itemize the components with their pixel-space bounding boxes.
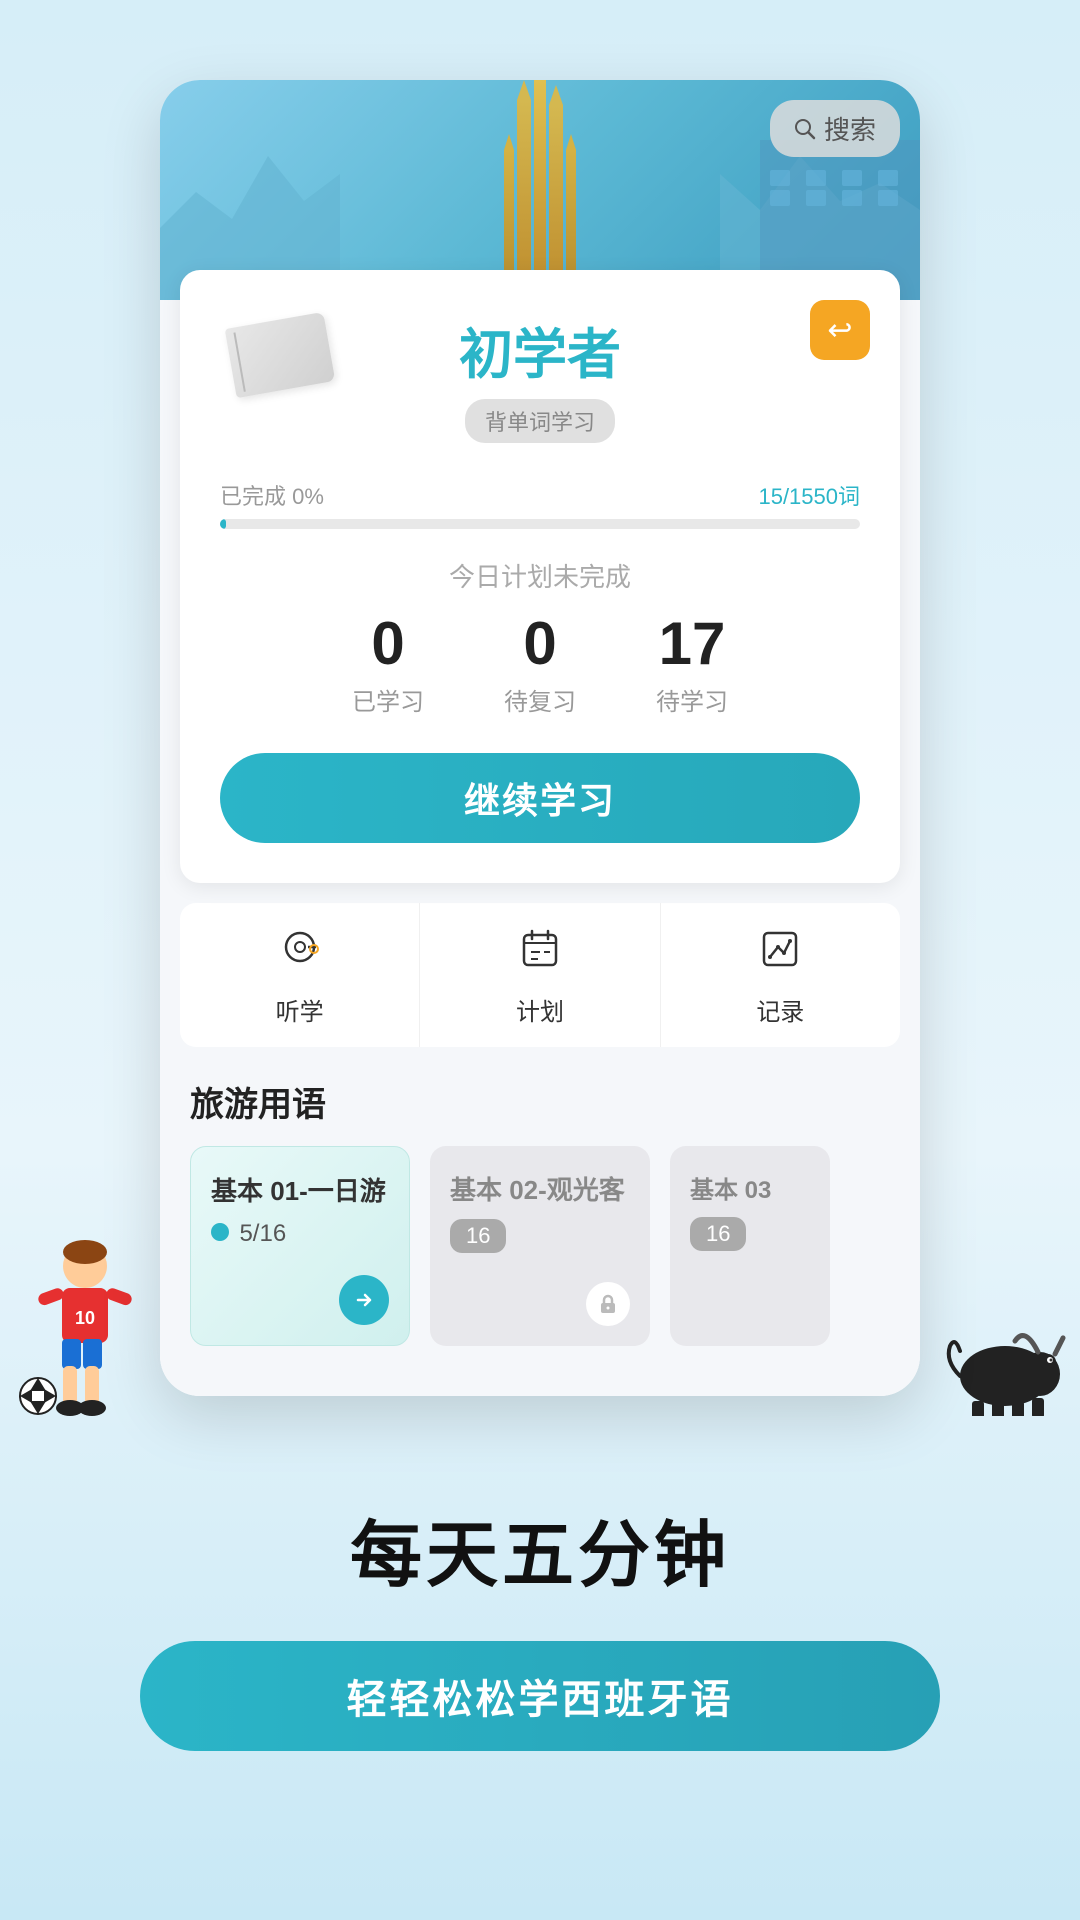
menu-plan-label: 计划: [516, 992, 564, 1027]
progress-total: 15/1550词: [758, 479, 860, 511]
badge-row: 背单词学习: [220, 399, 860, 459]
progress-labels: 已完成 0% 15/1550词: [220, 479, 860, 511]
vocab-badge: 背单词学习: [465, 399, 615, 443]
menu-bar: 听学 计划: [180, 903, 900, 1047]
lesson-2-count: 16: [450, 1219, 506, 1253]
progress-section: 已完成 0% 15/1550词: [220, 479, 860, 529]
lesson-3-title: 基本 03: [690, 1170, 810, 1205]
return-icon: ↩: [827, 313, 852, 348]
lessons-scroll: 基本 01-一日游 5/16 基本 02-观光客 16: [160, 1146, 920, 1366]
menu-item-record[interactable]: 记录: [661, 903, 900, 1047]
plan-icon: [518, 927, 562, 982]
continue-button[interactable]: 继续学习: [220, 753, 860, 843]
progress-bar-background: [220, 519, 860, 529]
soccer-player-decoration: 10: [10, 1236, 160, 1436]
menu-record-label: 记录: [756, 992, 804, 1027]
lesson-card-3[interactable]: 基本 03 16: [670, 1146, 830, 1346]
lesson-card-2[interactable]: 基本 02-观光客 16: [430, 1146, 650, 1346]
progress-bar-fill: [220, 519, 226, 529]
lock-icon-2: [586, 1282, 630, 1326]
lesson-card-1[interactable]: 基本 01-一日游 5/16: [190, 1146, 410, 1346]
plan-status: 今日计划未完成: [220, 557, 860, 594]
stat-review-label: 待复习: [504, 682, 576, 717]
phone-card: 搜索 ↩ 初学者 背单词学习: [160, 80, 920, 1396]
stat-review-value: 0: [504, 614, 576, 674]
record-icon: [758, 927, 802, 982]
lesson-1-progress-row: 5/16: [211, 1220, 389, 1248]
bull-decoration: [930, 1316, 1070, 1416]
header-background: 搜索: [160, 80, 920, 300]
search-button[interactable]: 搜索: [770, 100, 900, 157]
stat-pending-label: 待学习: [656, 682, 728, 717]
stats-row: 0 已学习 0 待复习 17 待学习: [220, 614, 860, 717]
stat-review: 0 待复习: [504, 614, 576, 717]
lesson-1-progress: 5/16: [239, 1220, 286, 1247]
headphone-icon: [278, 927, 322, 982]
lesson-3-count: 16: [690, 1217, 746, 1251]
search-label: 搜索: [824, 110, 876, 147]
lesson-1-dot: [211, 1223, 229, 1241]
section-title: 旅游用语: [160, 1047, 920, 1146]
svg-text:10: 10: [75, 1308, 95, 1328]
menu-item-plan[interactable]: 计划: [420, 903, 660, 1047]
stat-learned-value: 0: [352, 614, 424, 674]
stat-pending-value: 17: [656, 614, 728, 674]
menu-listen-label: 听学: [276, 992, 324, 1027]
stat-pending: 17 待学习: [656, 614, 728, 717]
lesson-1-title: 基本 01-一日游: [211, 1171, 389, 1208]
content-area: ↩ 初学者 背单词学习 已完成 0% 15/1550词: [160, 270, 920, 1396]
lesson-1-arrow[interactable]: [339, 1275, 389, 1325]
stat-learned-label: 已学习: [352, 682, 424, 717]
return-button[interactable]: ↩: [810, 300, 870, 360]
cta-button[interactable]: 轻轻松松学西班牙语: [140, 1641, 940, 1751]
stat-learned: 0 已学习: [352, 614, 424, 717]
progress-completed: 已完成 0%: [220, 479, 324, 511]
study-card: ↩ 初学者 背单词学习 已完成 0% 15/1550词: [180, 270, 900, 883]
book-illustration: [230, 320, 350, 400]
top-section: 10: [0, 0, 1080, 1436]
lesson-2-title: 基本 02-观光客: [450, 1170, 630, 1207]
bottom-section: 每天五分钟 轻轻松松学西班牙语: [0, 1436, 1080, 1831]
menu-item-listen[interactable]: 听学: [180, 903, 420, 1047]
tagline: 每天五分钟: [350, 1496, 730, 1601]
